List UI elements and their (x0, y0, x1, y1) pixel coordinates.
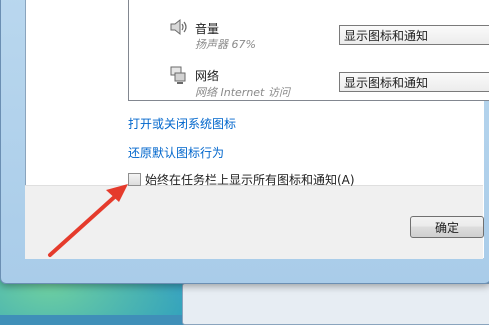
speaker-icon (167, 16, 189, 38)
network-behavior-value: 显示图标和通知 (344, 76, 429, 90)
volume-name: 音量 (195, 22, 220, 36)
volume-behavior-select[interactable]: 显示图标和通知 (339, 25, 489, 45)
network-icon (167, 64, 189, 86)
volume-behavior-value: 显示图标和通知 (344, 29, 429, 43)
always-show-checkbox[interactable] (128, 173, 141, 186)
volume-status: 扬声器 67% (195, 38, 256, 51)
background-window (182, 283, 489, 325)
network-status: 网络 Internet 访问 (195, 86, 290, 99)
restore-default-behavior-link[interactable]: 还原默认图标行为 (128, 144, 224, 161)
network-behavior-select[interactable]: 显示图标和通知 (339, 72, 489, 92)
notification-icons-list: 音量 扬声器 67% 显示图标和通知 网络 网络 Internet 访问 显示图… (128, 0, 489, 101)
always-show-label: 始终在任务栏上显示所有图标和通知(A) (145, 173, 355, 187)
ok-button[interactable]: 确定 (410, 216, 484, 238)
list-item-network: 网络 网络 Internet 访问 显示图标和通知 (129, 58, 489, 99)
turn-system-icons-link[interactable]: 打开或关闭系统图标 (128, 115, 236, 132)
list-item-volume: 音量 扬声器 67% 显示图标和通知 (129, 12, 489, 52)
network-name: 网络 (195, 69, 220, 83)
